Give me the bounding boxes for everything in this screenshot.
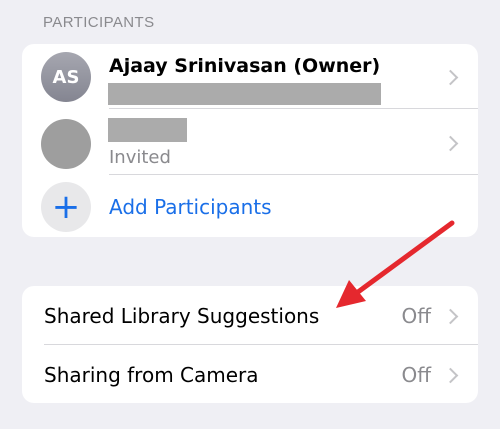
setting-value: Off (401, 304, 431, 328)
setting-row-sharing-from-camera[interactable]: Sharing from Camera Off (22, 345, 478, 403)
redacted-name (108, 118, 187, 142)
setting-label: Shared Library Suggestions (44, 304, 320, 328)
avatar-placeholder (41, 119, 91, 169)
chevron-right-icon (442, 69, 459, 86)
add-participants-label: Add Participants (109, 195, 272, 219)
participants-card: AS Ajaay Srinivasan (Owner) Invited + Ad… (22, 44, 478, 237)
setting-value: Off (401, 363, 431, 387)
settings-card: Shared Library Suggestions Off Sharing f… (22, 286, 478, 403)
participant-row-invited[interactable]: Invited (22, 109, 478, 174)
setting-label: Sharing from Camera (44, 363, 259, 387)
redacted-subtitle (108, 83, 381, 105)
chevron-right-icon (442, 308, 459, 325)
add-participants-button[interactable]: + Add Participants (22, 175, 478, 237)
avatar-initials: AS (52, 66, 80, 88)
section-header-participants: PARTICIPANTS (43, 14, 155, 31)
setting-row-shared-library-suggestions[interactable]: Shared Library Suggestions Off (22, 286, 478, 344)
chevron-right-icon (442, 367, 459, 384)
participant-status: Invited (109, 147, 171, 168)
avatar: AS (41, 52, 91, 102)
participant-name: Ajaay Srinivasan (Owner) (109, 55, 381, 77)
chevron-right-icon (442, 135, 459, 152)
plus-icon: + (41, 182, 91, 232)
participant-row-owner[interactable]: AS Ajaay Srinivasan (Owner) (22, 44, 478, 108)
